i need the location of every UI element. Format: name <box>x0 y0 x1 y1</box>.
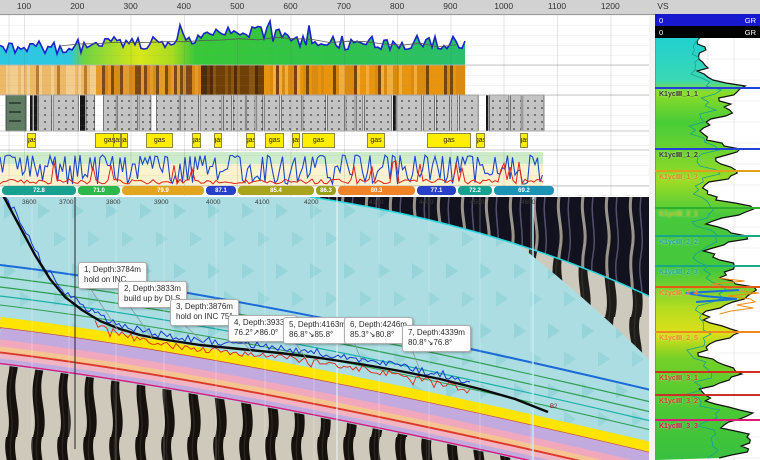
callout-action-text: 85.3°↘80.8° <box>350 330 407 340</box>
section-depth-label: 4500 <box>470 199 484 206</box>
trajectory-callout-5[interactable]: 5, Depth:4163m86.8°↘85.8° <box>283 317 352 344</box>
callout-action-text: 86.8°↘85.8° <box>289 330 346 340</box>
gas-show-box: gas <box>192 133 201 148</box>
gas-show-box: gas <box>427 133 471 148</box>
gas-show-box: gas <box>520 133 528 148</box>
type-log-canvas[interactable] <box>655 38 760 460</box>
ruler-tick-label: 400 <box>167 1 201 11</box>
inclination-segment: 72.8 <box>2 186 76 195</box>
ruler-tick-label: 1100 <box>540 1 574 11</box>
section-depth-label: 3600 <box>22 199 36 206</box>
ruler-tick-label: 1000 <box>487 1 521 11</box>
vs-ruler[interactable]: VS 100 200 300 400 500 600 700 800 900 1000 1100 12… <box>0 0 760 15</box>
rp-blue-min: 0 <box>659 16 663 25</box>
panel-gap <box>649 14 655 460</box>
ruler-tick-label: 100 <box>7 1 41 11</box>
section-depth-label: 3900 <box>154 199 168 206</box>
gas-show-box: gas <box>27 133 36 148</box>
callout-action-text: hold on INC 75° <box>176 312 233 322</box>
callout-depth-text: 7, Depth:4339m <box>408 328 465 338</box>
target-point-b2-label: B2 <box>550 404 557 410</box>
inclination-segment: 86.3 <box>316 186 336 195</box>
gas-show-box: gas <box>246 133 255 148</box>
rp-blue-curve-name: GR <box>745 16 756 25</box>
inclination-segment: 69.2 <box>494 186 554 195</box>
ruler-tick-label: 900 <box>433 1 467 11</box>
gas-show-box: gas <box>146 133 173 148</box>
log-tracks-canvas[interactable] <box>0 14 655 196</box>
ruler-tick-label: 1200 <box>593 1 627 11</box>
ruler-tick-label: 600 <box>274 1 308 11</box>
inclination-segment: 71.0 <box>78 186 120 195</box>
ruler-tick-label: 500 <box>220 1 254 11</box>
rp-black-min: 0 <box>659 28 663 37</box>
inclination-segment: 79.9 <box>122 186 204 195</box>
ruler-tick-label: 200 <box>60 1 94 11</box>
gas-show-box: gas <box>121 133 128 148</box>
gas-indicator-track: gasgasgasgasgasgasgasgasgasgasgasgasgasg… <box>0 133 655 148</box>
gas-show-box: gas <box>302 133 335 148</box>
rp-black-curve-name: GR <box>745 28 756 37</box>
inclination-segment: 80.3 <box>338 186 415 195</box>
section-depth-label: 4200 <box>304 199 318 206</box>
ruler-tick-label: 800 <box>380 1 414 11</box>
callout-depth-text: 1, Depth:3784m <box>84 265 141 275</box>
geosteering-app: VS 100 200 300 400 500 600 700 800 900 1000 1100 12… <box>0 0 760 460</box>
inclination-segment: 72.2 <box>458 186 492 195</box>
ruler-vs-label: VS <box>646 1 680 11</box>
gas-show-box: gas <box>265 133 284 148</box>
section-depth-label: 4400 <box>419 199 433 206</box>
trajectory-callout-7[interactable]: 7, Depth:4339m80.8°↘76.8° <box>402 325 471 352</box>
callout-depth-text: 3, Depth:3876m <box>176 302 233 312</box>
gas-show-box: gas <box>476 133 485 148</box>
inclination-segment-bar: 72.871.079.987.185.486.380.377.172.269.2 <box>2 186 655 196</box>
gas-show-box: gas <box>292 133 300 148</box>
inclination-segment: 77.1 <box>417 186 456 195</box>
inclination-segment: 85.4 <box>238 186 314 195</box>
right-panel-header-blue[interactable]: 0 GR <box>655 14 760 26</box>
section-depth-label: 4600 <box>521 199 535 206</box>
inclination-segment: 87.1 <box>206 186 236 195</box>
gas-show-box: gas <box>367 133 385 148</box>
gas-show-box: gas <box>113 133 121 148</box>
section-depth-label: 4300 <box>369 199 383 206</box>
section-depth-label: 3800 <box>106 199 120 206</box>
gas-show-box: gas <box>214 133 222 148</box>
right-panel-header-black[interactable]: 0 GR <box>655 26 760 38</box>
section-depth-label: 4100 <box>255 199 269 206</box>
callout-depth-text: 5, Depth:4163m <box>289 320 346 330</box>
section-depth-label: 3700 <box>59 199 73 206</box>
ruler-tick-label: 300 <box>114 1 148 11</box>
callout-depth-text: 6, Depth:4246m <box>350 320 407 330</box>
section-depth-label: 4000 <box>206 199 220 206</box>
callout-action-text: 80.8°↘76.8° <box>408 338 465 348</box>
callout-depth-text: 2, Depth:3833m <box>124 284 181 294</box>
ruler-tick-label: 700 <box>327 1 361 11</box>
